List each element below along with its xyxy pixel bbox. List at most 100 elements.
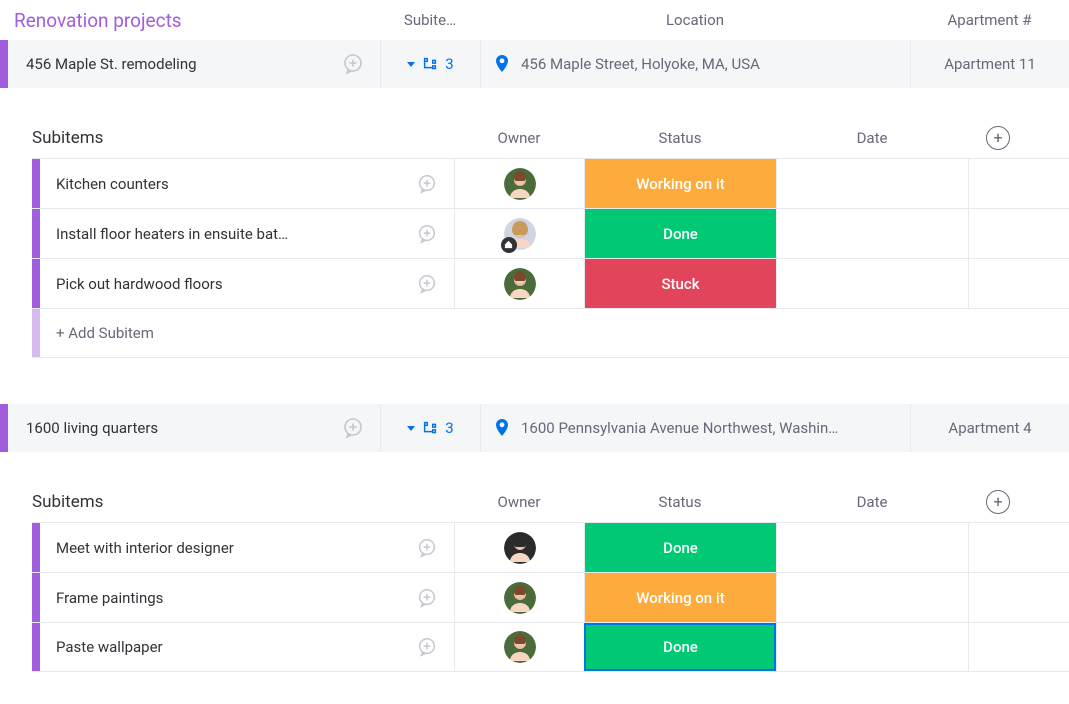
subitem-name[interactable]: Frame paintings xyxy=(40,589,414,607)
chevron-down-icon xyxy=(407,426,415,431)
avatar[interactable] xyxy=(504,532,536,564)
blank-cell xyxy=(968,259,1028,308)
group-color-bar xyxy=(32,159,40,208)
subitems-count: 3 xyxy=(445,55,453,73)
add-conversation-icon[interactable] xyxy=(414,634,440,660)
column-header-location[interactable]: Location xyxy=(480,11,910,29)
date-cell[interactable] xyxy=(776,209,968,258)
date-cell[interactable] xyxy=(776,259,968,308)
subitems-header-owner[interactable]: Owner xyxy=(454,129,584,147)
group-color-bar xyxy=(32,309,40,357)
location-cell[interactable]: 456 Maple Street, Holyoke, MA, USA xyxy=(480,40,910,88)
subitems-header-date[interactable]: Date xyxy=(776,493,968,511)
blank-cell xyxy=(968,573,1028,622)
project-row[interactable]: 1600 living quarters 3 1600 Pennsylvania… xyxy=(0,404,1069,452)
add-subitem-row[interactable]: + Add Subitem xyxy=(32,308,1069,358)
status-cell[interactable]: Done xyxy=(584,209,776,258)
group-title[interactable]: Renovation projects xyxy=(0,9,380,32)
owner-cell[interactable] xyxy=(454,159,584,208)
add-conversation-icon[interactable] xyxy=(340,415,366,441)
group-color-bar xyxy=(0,40,8,88)
subitems-header-label: Subitems xyxy=(32,492,454,512)
add-column-button[interactable]: + xyxy=(986,126,1010,150)
avatar[interactable] xyxy=(504,582,536,614)
subitem-name[interactable]: Pick out hardwood floors xyxy=(40,275,414,293)
subitems-expand-toggle[interactable]: 3 xyxy=(380,404,480,452)
apartment-cell[interactable]: Apartment 4 xyxy=(910,404,1069,452)
home-badge-icon xyxy=(501,237,517,253)
add-conversation-icon[interactable] xyxy=(414,271,440,297)
subitem-name[interactable]: Install floor heaters in ensuite bat… xyxy=(40,225,414,243)
subitem-row[interactable]: Frame paintings Working on it xyxy=(32,572,1069,622)
owner-cell[interactable] xyxy=(454,523,584,572)
group-color-bar xyxy=(32,573,40,622)
group-color-bar xyxy=(0,404,8,452)
project-name[interactable]: 1600 living quarters xyxy=(8,419,340,437)
add-conversation-icon[interactable] xyxy=(414,171,440,197)
status-cell[interactable]: Working on it xyxy=(584,159,776,208)
subitems-header-status[interactable]: Status xyxy=(584,129,776,147)
subitems-header-owner[interactable]: Owner xyxy=(454,493,584,511)
location-text: 456 Maple Street, Holyoke, MA, USA xyxy=(521,55,760,73)
chevron-down-icon xyxy=(407,62,415,67)
subitem-row[interactable]: Install floor heaters in ensuite bat… Do… xyxy=(32,208,1069,258)
subitem-name[interactable]: Kitchen counters xyxy=(40,175,414,193)
group-color-bar xyxy=(32,523,40,572)
blank-cell xyxy=(968,209,1028,258)
project-name[interactable]: 456 Maple St. remodeling xyxy=(8,55,340,73)
apartment-cell[interactable]: Apartment 11 xyxy=(910,40,1069,88)
subitems-tree-icon xyxy=(421,419,439,437)
subitems-block: Subitems Owner Status Date + Meet with i… xyxy=(0,482,1069,672)
subitem-row[interactable]: Pick out hardwood floors Stuck xyxy=(32,258,1069,308)
status-cell[interactable]: Done xyxy=(584,523,776,572)
group-color-bar xyxy=(32,209,40,258)
date-cell[interactable] xyxy=(776,523,968,572)
subitems-expand-toggle[interactable]: 3 xyxy=(380,40,480,88)
group-color-bar xyxy=(32,623,40,671)
add-conversation-icon[interactable] xyxy=(414,535,440,561)
add-conversation-icon[interactable] xyxy=(414,585,440,611)
location-pin-icon xyxy=(493,418,511,438)
date-cell[interactable] xyxy=(776,573,968,622)
date-cell[interactable] xyxy=(776,623,968,671)
column-header-subitems[interactable]: Subite… xyxy=(380,11,480,29)
owner-cell[interactable] xyxy=(454,259,584,308)
add-subitem-label: + Add Subitem xyxy=(40,324,154,342)
subitems-header-label: Subitems xyxy=(32,128,454,148)
location-cell[interactable]: 1600 Pennsylvania Avenue Northwest, Wash… xyxy=(480,404,910,452)
add-conversation-icon[interactable] xyxy=(414,221,440,247)
avatar[interactable] xyxy=(504,168,536,200)
avatar[interactable] xyxy=(504,631,536,663)
project-row[interactable]: 456 Maple St. remodeling 3 456 Maple Str… xyxy=(0,40,1069,88)
status-cell[interactable]: Done xyxy=(584,623,776,671)
avatar[interactable] xyxy=(504,218,536,250)
add-conversation-icon[interactable] xyxy=(340,51,366,77)
subitems-header-row: Subitems Owner Status Date + xyxy=(32,118,1069,158)
blank-cell xyxy=(968,623,1028,671)
status-cell[interactable]: Stuck xyxy=(584,259,776,308)
add-column-button[interactable]: + xyxy=(986,490,1010,514)
subitem-row[interactable]: Kitchen counters Working on it xyxy=(32,158,1069,208)
subitem-row[interactable]: Meet with interior designer Done xyxy=(32,522,1069,572)
column-header-apartment[interactable]: Apartment # xyxy=(910,11,1069,29)
owner-cell[interactable] xyxy=(454,623,584,671)
subitem-row[interactable]: Paste wallpaper Done xyxy=(32,622,1069,672)
subitems-header-date[interactable]: Date xyxy=(776,129,968,147)
subitems-block: Subitems Owner Status Date + Kitchen cou… xyxy=(0,118,1069,358)
subitems-count: 3 xyxy=(445,419,453,437)
subitems-tree-icon xyxy=(421,55,439,73)
status-cell[interactable]: Working on it xyxy=(584,573,776,622)
subitems-header-status[interactable]: Status xyxy=(584,493,776,511)
subitem-name[interactable]: Meet with interior designer xyxy=(40,539,414,557)
date-cell[interactable] xyxy=(776,159,968,208)
location-pin-icon xyxy=(493,54,511,74)
location-text: 1600 Pennsylvania Avenue Northwest, Wash… xyxy=(521,419,838,437)
owner-cell[interactable] xyxy=(454,573,584,622)
group-color-bar xyxy=(32,259,40,308)
blank-cell xyxy=(968,159,1028,208)
column-header-row: Renovation projects Subite… Location Apa… xyxy=(0,0,1069,40)
blank-cell xyxy=(968,523,1028,572)
subitem-name[interactable]: Paste wallpaper xyxy=(40,638,414,656)
avatar[interactable] xyxy=(504,268,536,300)
owner-cell[interactable] xyxy=(454,209,584,258)
